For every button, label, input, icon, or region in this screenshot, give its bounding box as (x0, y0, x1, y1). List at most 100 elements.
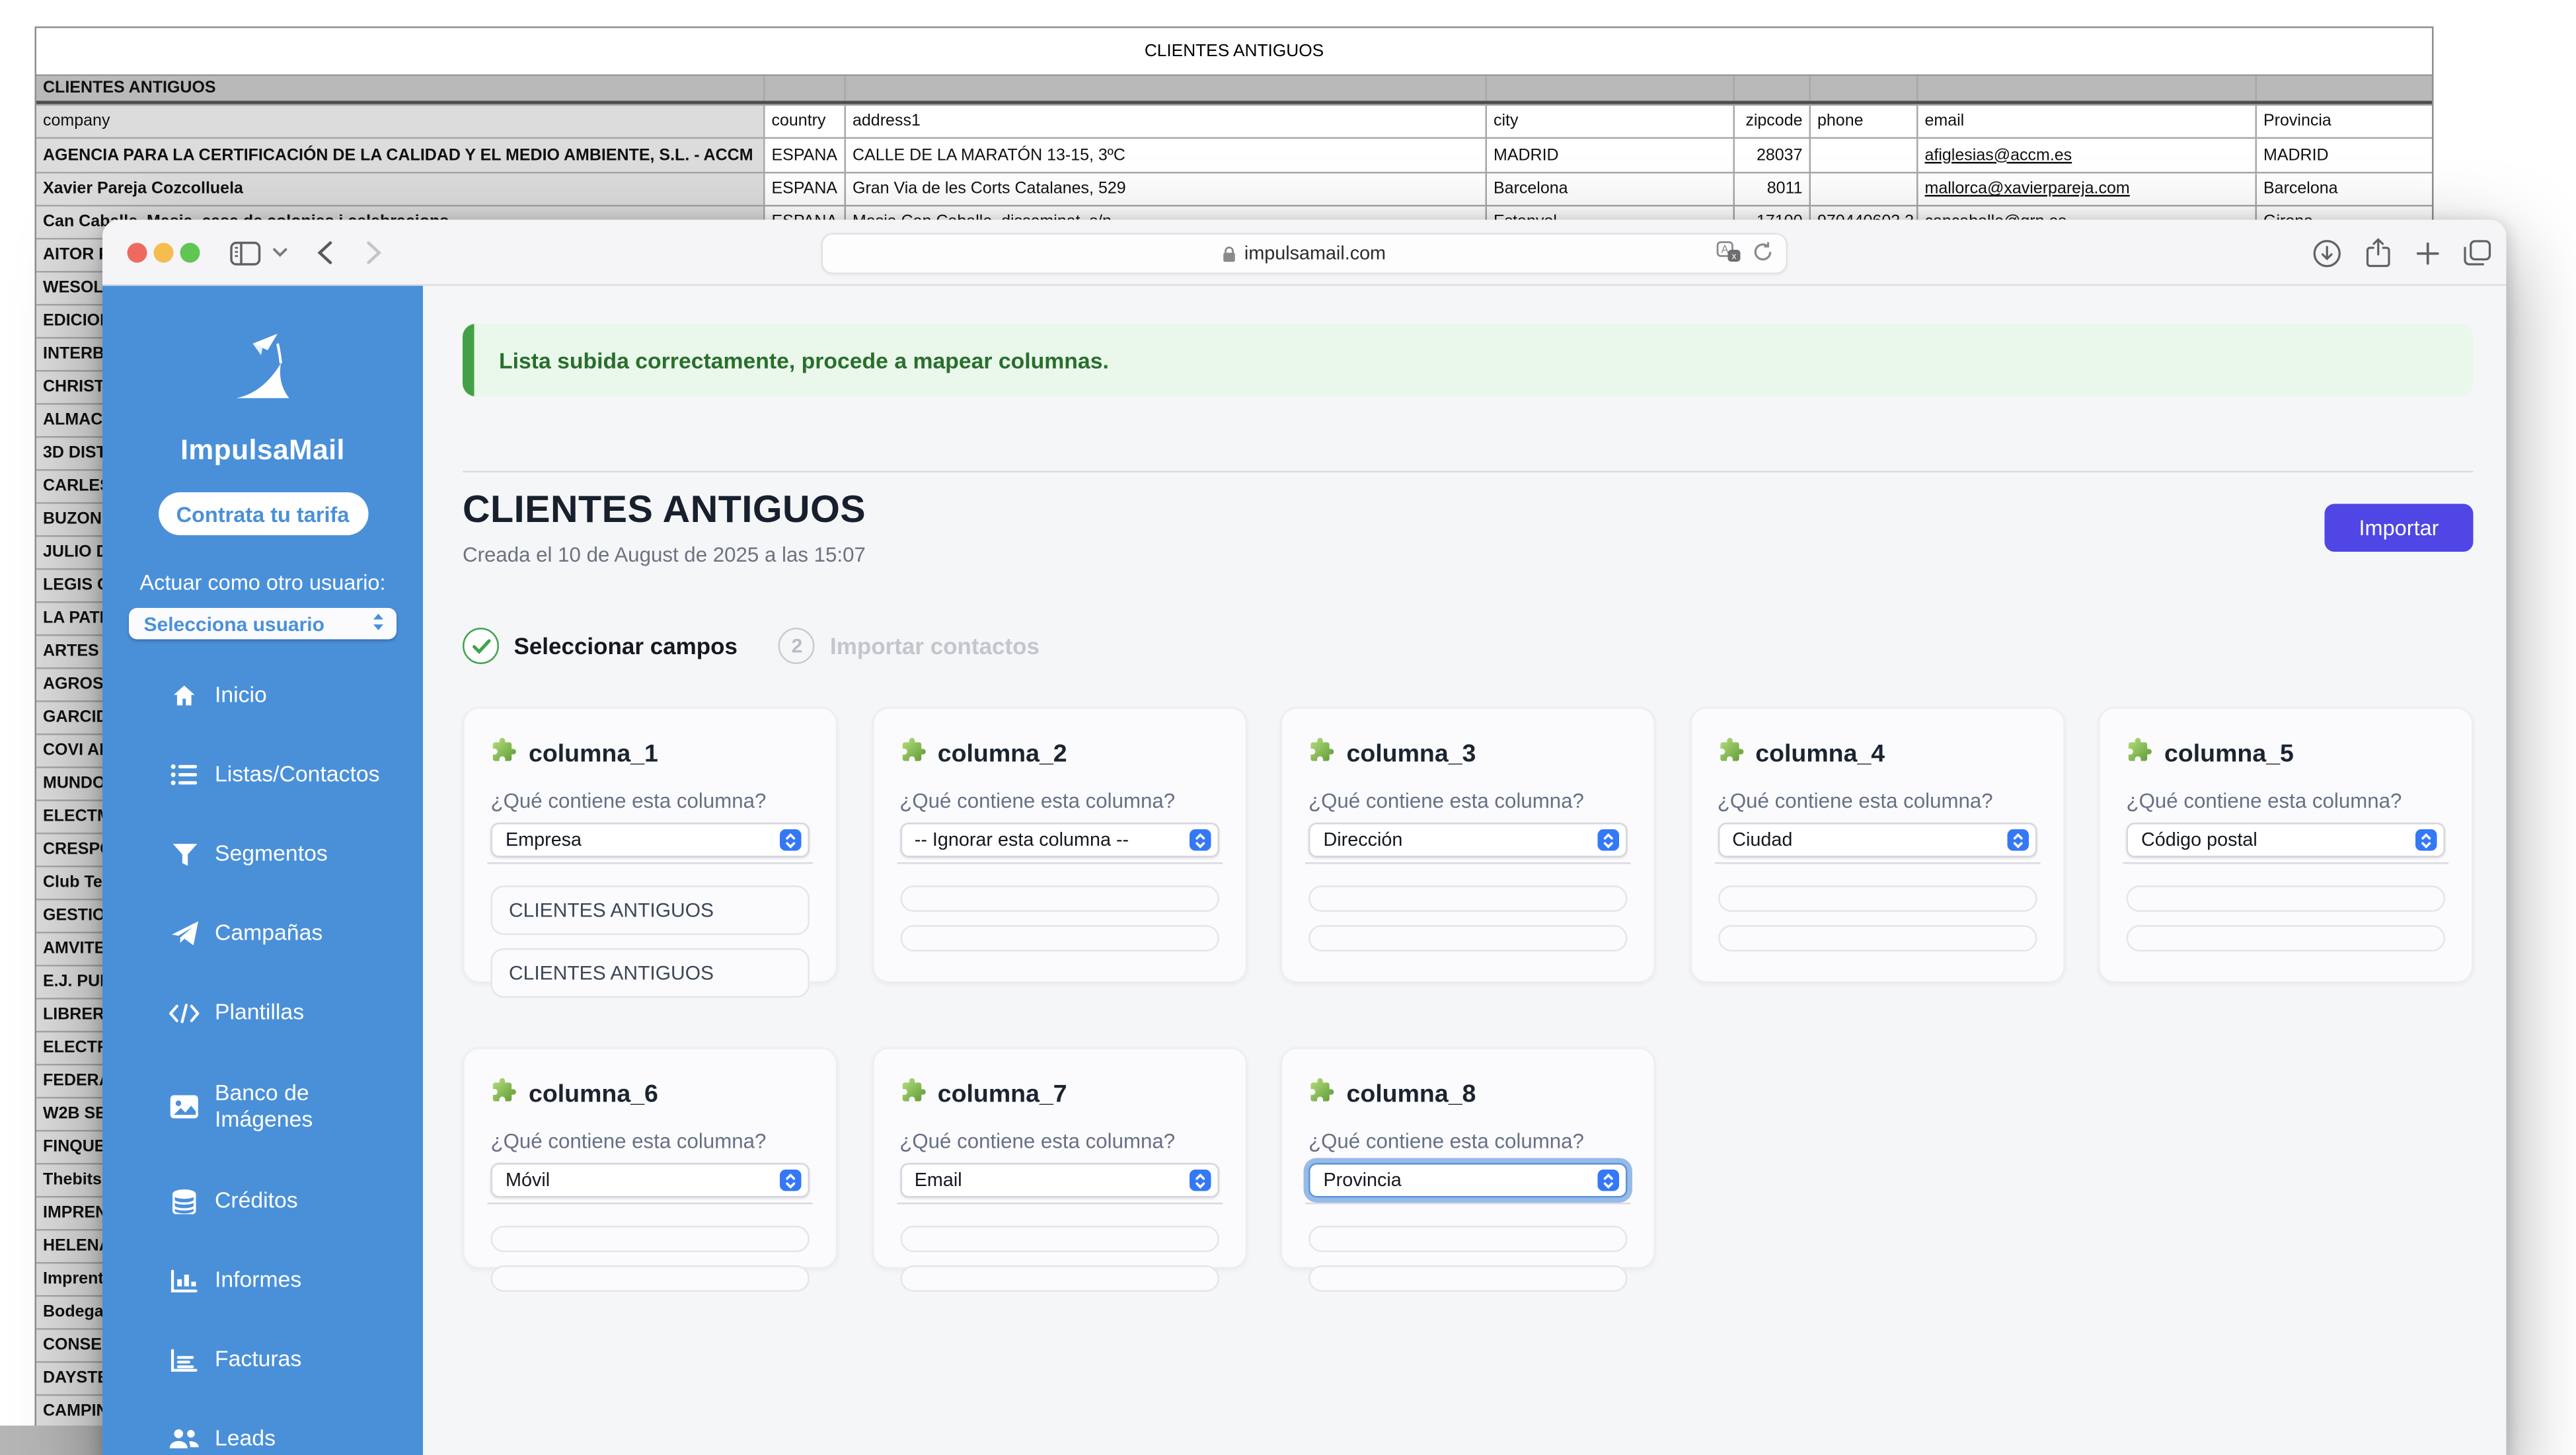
column-mapping-select[interactable]: Email (899, 1163, 1219, 1198)
puzzle-icon (899, 737, 926, 772)
preview-cell (1308, 1226, 1628, 1252)
sidebar-toggle-icon[interactable] (223, 220, 266, 286)
column-name: columna_2 (938, 740, 1067, 768)
import-button[interactable]: Importar (2325, 503, 2474, 551)
preview-cell: CLIENTES ANTIGUOS (491, 885, 810, 935)
brand-name: ImpulsaMail (102, 435, 423, 468)
section-divider (463, 471, 2474, 473)
sidebar-item-cr-ditos[interactable]: Créditos (102, 1162, 423, 1241)
select-stepper-icon (2006, 829, 2028, 851)
spreadsheet-band-label: CLIENTES ANTIGUOS (36, 76, 765, 101)
report-icon (169, 1265, 200, 1296)
forward-button[interactable] (360, 220, 387, 286)
new-tab-icon[interactable] (2409, 220, 2445, 286)
puzzle-icon (899, 1077, 926, 1112)
spreadsheet-cell: mallorca@xavierpareja.com (1918, 174, 2257, 205)
preview-cell: CLIENTES ANTIGUOS (491, 948, 810, 998)
step-done-check-icon (463, 628, 499, 664)
svg-text:x: x (1732, 250, 1737, 260)
impersonate-label: Actuar como otro usuario: (102, 570, 423, 595)
list-created-subtitle: Creada el 10 de August de 2025 a las 15:… (463, 544, 866, 567)
column-mapping-select-focused[interactable]: Provincia (1308, 1163, 1628, 1198)
translate-icon[interactable]: A x (1717, 241, 1742, 267)
sidebar-item-campa-as[interactable]: Campañas (102, 894, 423, 973)
spreadsheet-cell: 28037 (1735, 139, 1811, 172)
spreadsheet-cell: MADRID (1487, 139, 1735, 172)
people-icon (169, 1423, 200, 1455)
column-mapping-select[interactable]: -- Ignorar esta columna -- (899, 823, 1219, 858)
preview-cell (1308, 925, 1628, 951)
reload-icon[interactable] (1753, 241, 1773, 267)
select-stepper-icon (1189, 1170, 1211, 1191)
sidebar-item-leads[interactable]: Leads (102, 1399, 423, 1455)
column-card-columna_2: columna_2 ¿Qué contiene esta columna? --… (872, 707, 1247, 983)
code-icon (169, 997, 200, 1029)
column-card-columna_3: columna_3 ¿Qué contiene esta columna? Di… (1281, 707, 1656, 983)
sidebar-item-informes[interactable]: Informes (102, 1241, 423, 1320)
banner-accent-bar (463, 324, 474, 396)
impulsamail-logo-icon (223, 382, 303, 410)
select-stepper-icon (1189, 829, 1211, 851)
spreadsheet-cell: MADRID (2257, 139, 2434, 172)
spreadsheet-header-cell: company (36, 106, 765, 137)
user-select[interactable]: Selecciona usuario (129, 608, 397, 640)
spreadsheet-title: CLIENTES ANTIGUOS (36, 28, 2432, 75)
sidebar-item-segmentos[interactable]: Segmentos (102, 815, 423, 894)
back-button[interactable] (311, 220, 337, 286)
select-stepper-icon (1598, 1170, 1620, 1191)
sidebar-item-listas-contactos[interactable]: Listas/Contactos (102, 735, 423, 815)
paper-plane-icon (169, 918, 200, 950)
sidebar-item-label: Créditos (215, 1187, 298, 1214)
preview-cell (1718, 925, 2037, 951)
column-card-columna_7: columna_7 ¿Qué contiene esta columna? Em… (872, 1047, 1247, 1269)
column-mapping-select[interactable]: Móvil (491, 1163, 810, 1198)
preview-cell (1308, 1265, 1628, 1292)
share-icon[interactable] (2359, 220, 2396, 286)
select-stepper-icon (2415, 829, 2437, 851)
preview-cell (899, 1265, 1219, 1292)
puzzle-icon (1308, 737, 1335, 772)
preview-cell (2127, 885, 2446, 912)
sidebar-item-plantillas[interactable]: Plantillas (102, 973, 423, 1053)
column-mapping-select[interactable]: Ciudad (1718, 823, 2037, 858)
column-card-columna_1: columna_1 ¿Qué contiene esta columna? Em… (463, 707, 838, 983)
sidebar-item-banco-de-im-genes[interactable]: Banco de Imágenes (102, 1053, 423, 1162)
image-icon (169, 1091, 200, 1123)
preview-cell (2127, 925, 2446, 951)
address-bar[interactable]: impulsamail.com A x (821, 233, 1788, 275)
close-window-button[interactable] (128, 243, 147, 263)
zoom-window-button[interactable] (180, 243, 200, 263)
column-name: columna_6 (529, 1080, 658, 1109)
column-mapping-select[interactable]: Dirección (1308, 823, 1628, 858)
preview-cell (491, 1265, 810, 1292)
select-arrows-icon (372, 612, 385, 635)
sidebar-chevron-down-icon[interactable] (268, 220, 291, 286)
column-question: ¿Qué contiene esta columna? (1718, 790, 2037, 813)
puzzle-icon (491, 1077, 517, 1112)
column-mapping-select[interactable]: Código postal (2127, 823, 2446, 858)
puzzle-icon (1718, 737, 1744, 772)
tabs-overview-icon[interactable] (2457, 220, 2497, 286)
preview-cell (1718, 885, 2037, 912)
sidebar-item-inicio[interactable]: Inicio (102, 656, 423, 735)
column-name: columna_4 (1755, 740, 1885, 768)
column-mapping-select[interactable]: Empresa (491, 823, 810, 858)
column-card-columna_4: columna_4 ¿Qué contiene esta columna? Ci… (1689, 707, 2065, 983)
downloads-icon[interactable] (2308, 220, 2345, 286)
sidebar-item-label: Campañas (215, 920, 322, 946)
success-banner: Lista subida correctamente, procede a ma… (463, 324, 2474, 396)
spreadsheet-cell: CALLE DE LA MARATÓN 13-15, 3ºC (846, 139, 1487, 172)
preview-cell (491, 1226, 810, 1252)
minimize-window-button[interactable] (154, 243, 174, 263)
main-content: Lista subida correctamente, procede a ma… (423, 286, 2507, 1455)
spreadsheet-header-cell: zipcode (1735, 106, 1811, 137)
select-stepper-icon (780, 1170, 802, 1191)
spreadsheet-cell: afiglesias@accm.es (1918, 139, 2257, 172)
column-question: ¿Qué contiene esta columna? (491, 1130, 810, 1153)
lock-icon (1223, 245, 1236, 262)
spreadsheet-header-row: companycountryaddress1cityzipcodephoneem… (36, 104, 2432, 137)
app-sidebar: ImpulsaMail Contrata tu tarifa Actuar co… (102, 286, 423, 1455)
contract-plan-button[interactable]: Contrata tu tarifa (158, 492, 368, 535)
column-question: ¿Qué contiene esta columna? (1308, 790, 1628, 813)
sidebar-item-facturas[interactable]: Facturas (102, 1320, 423, 1399)
